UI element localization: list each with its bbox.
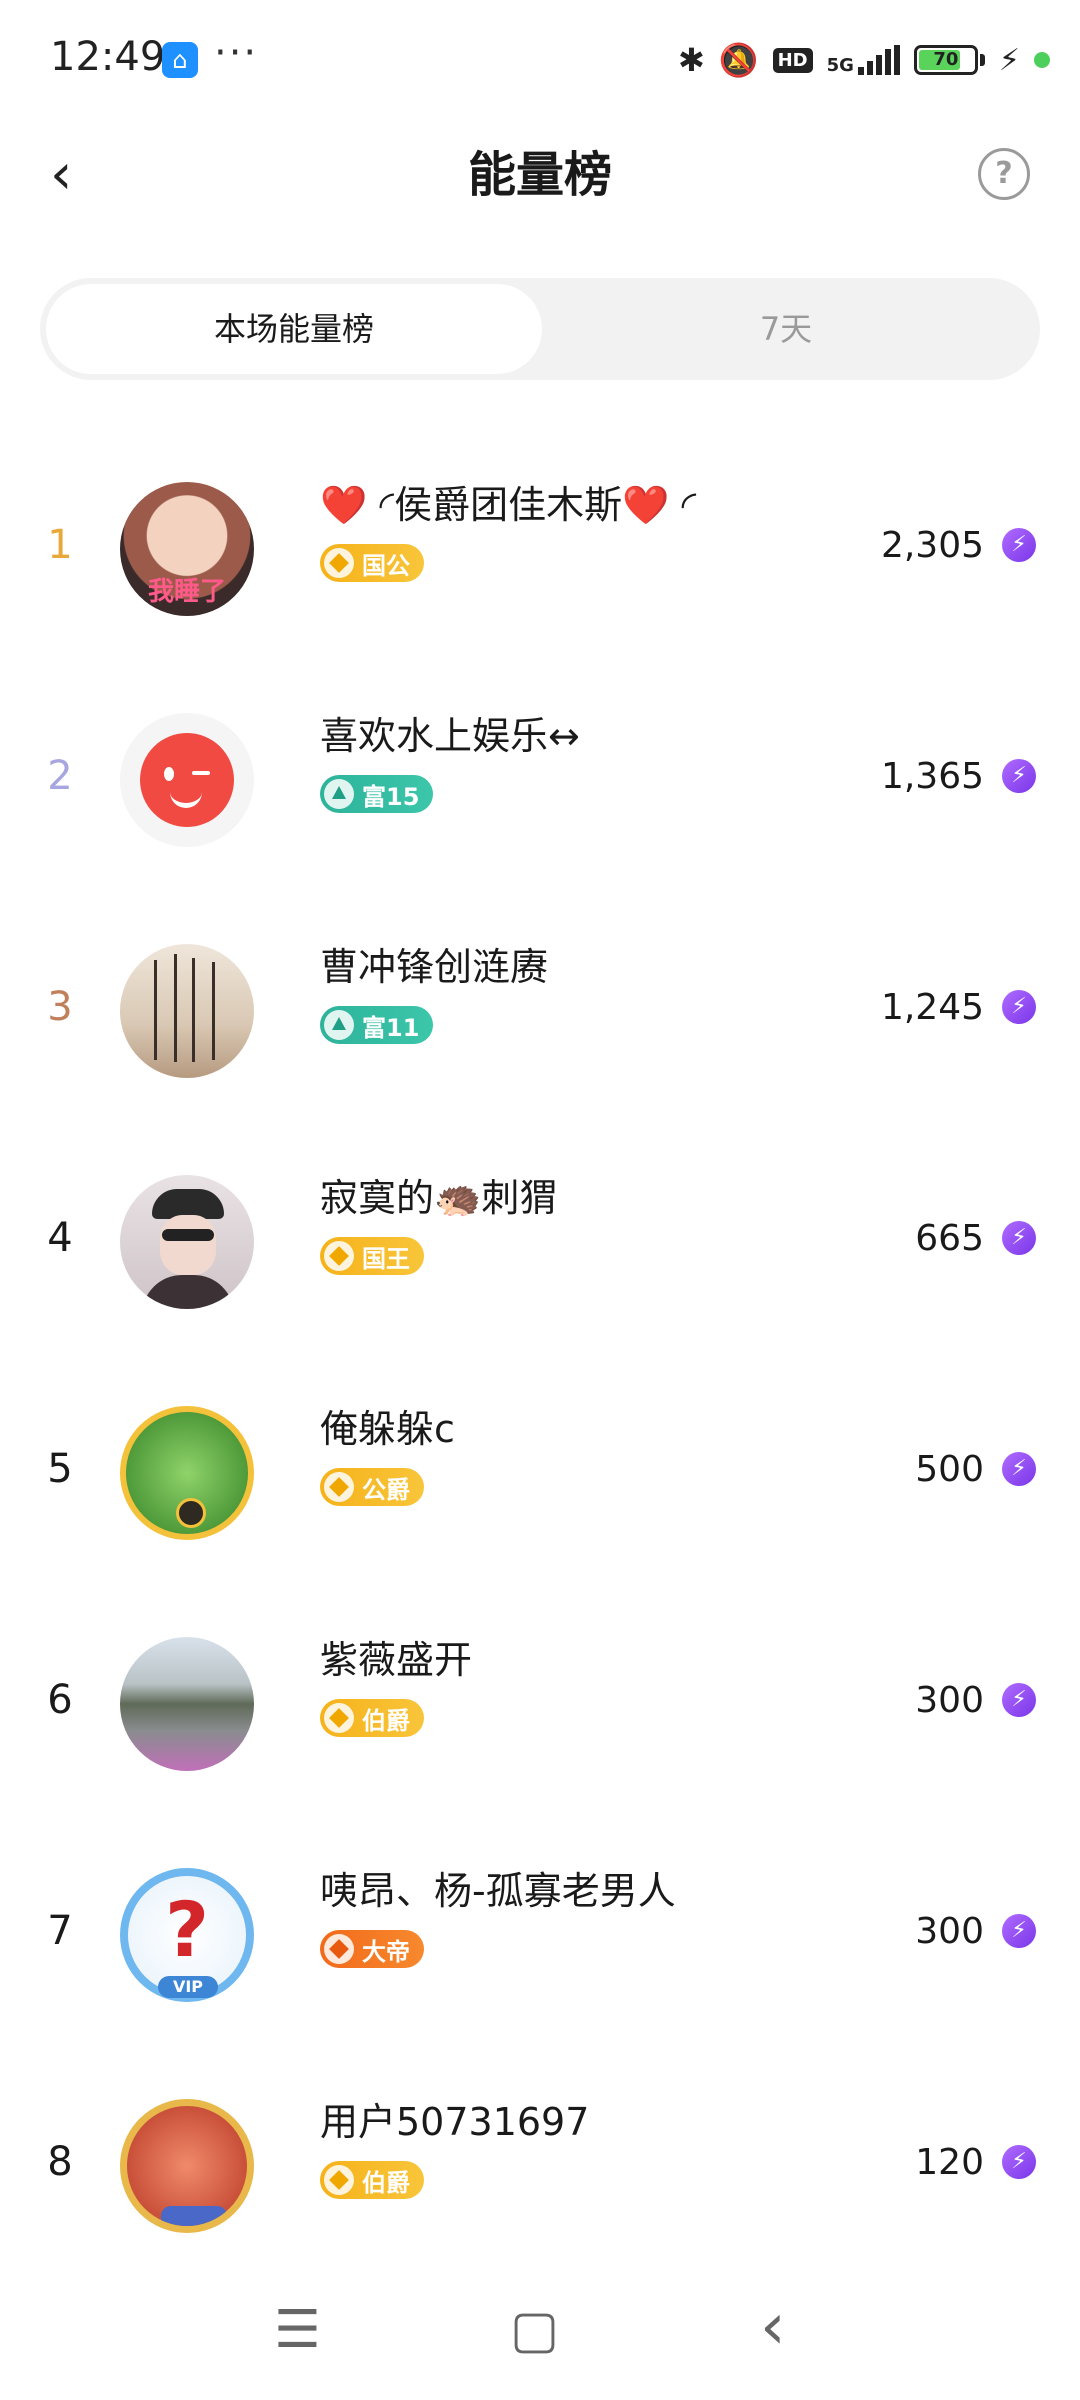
list-item[interactable]: 2 喜欢水上娱乐↔ 富15 1,365 ⚡ [0,661,1080,892]
5g-signal-icon: 5G [827,45,900,75]
user-name: 寂寞的🦔刺猬 [320,1176,558,1220]
energy-icon: ⚡ [1002,990,1036,1024]
tab-bar: 本场能量榜 7天 [40,278,1040,380]
user-name: 曹冲锋创涟赓 [320,945,549,989]
list-item[interactable]: 8 用户50731697 伯爵 120 ⚡ [0,2047,1080,2278]
user-name: 俺躲躲c [320,1407,455,1451]
home-app-icon: ⌂ [162,42,198,78]
tab-current-session[interactable]: 本场能量榜 [46,284,542,374]
page-title: 能量榜 [467,147,612,203]
user-name: ❤️ ◜侯爵团佳木斯❤️ ◜ [320,483,697,527]
avatar[interactable] [120,2099,254,2233]
energy-icon: ⚡ [1002,1221,1036,1255]
user-name: 紫薇盛开 [320,1638,473,1682]
user-name: 喜欢水上娱乐↔ [320,714,580,758]
list-item[interactable]: 4 寂寞的🦔刺猬 国王 665 ⚡ [0,1123,1080,1354]
avatar[interactable]: ? VIP [120,1868,254,2002]
avatar[interactable] [120,1175,254,1309]
energy-icon: ⚡ [1002,1683,1036,1717]
energy-score: 2,305 [880,525,984,566]
energy-icon: ⚡ [1002,1914,1036,1948]
rank-number: 6 [47,1677,73,1723]
energy-score: 1,245 [880,987,984,1028]
energy-score: 300 [915,1911,984,1952]
list-item[interactable]: 6 紫薇盛开 伯爵 300 ⚡ [0,1585,1080,1816]
bluetooth-icon: ✱ [677,41,705,79]
level-badge: 富11 [320,1006,434,1044]
tab-7-days[interactable]: 7天 [538,284,1034,374]
help-icon[interactable]: ? [978,148,1030,200]
energy-icon: ⚡ [1002,1452,1036,1486]
energy-icon: ⚡ [1002,528,1036,562]
charging-icon: ⚡ [998,42,1020,78]
avatar[interactable] [120,1637,254,1771]
status-icons: ✱ 🔕 HD 5G 70 ⚡ [678,38,1050,82]
energy-icon: ⚡ [1002,759,1036,793]
list-item[interactable]: 5 俺躲躲c 公爵 500 ⚡ [0,1354,1080,1585]
rank-number: 7 [47,1908,73,1954]
level-badge: 伯爵 [320,1699,424,1737]
level-badge: 国王 [320,1237,424,1275]
level-badge: 富15 [320,775,434,813]
hd-icon: HD [772,47,813,73]
rank-number: 4 [47,1215,73,1261]
menu-icon[interactable]: ☰ [274,2300,321,2360]
avatar[interactable] [120,1406,254,1540]
battery-icon: 70 [913,45,978,75]
mute-icon: 🔕 [718,41,759,79]
rank-number: 1 [47,522,73,568]
level-badge: 公爵 [320,1468,424,1506]
list-item[interactable]: 7 ? VIP 咦昂、杨-孤寡老男人 大帝 300 ⚡ [0,1816,1080,2047]
energy-score: 665 [915,1218,984,1259]
energy-score: 120 [915,2142,984,2183]
system-nav-bar: ☰ ▢ ‹ [0,2270,1080,2400]
header: ‹ 能量榜 ? [0,120,1080,230]
list-item[interactable]: 3 曹冲锋创涟赓 富11 1,245 ⚡ [0,892,1080,1123]
more-notifications-icon: ··· [214,30,259,76]
list-item[interactable]: 1 我睡了 ❤️ ◜侯爵团佳木斯❤️ ◜ 国公 2,305 ⚡ [0,430,1080,661]
energy-score: 300 [915,1680,984,1721]
rank-number: 8 [47,2139,73,2185]
energy-icon: ⚡ [1002,2145,1036,2179]
rank-number: 2 [47,753,73,799]
back-nav-icon[interactable]: ‹ [760,2290,786,2364]
rank-number: 3 [47,984,73,1030]
ranking-list: 1 我睡了 ❤️ ◜侯爵团佳木斯❤️ ◜ 国公 2,305 ⚡ 2 喜欢水上娱乐… [0,430,1080,2278]
user-name: 咦昂、杨-孤寡老男人 [320,1869,676,1913]
status-bar: 12:49 ⌂ ··· ✱ 🔕 HD 5G 70 ⚡ [0,0,1080,120]
avatar[interactable] [120,944,254,1078]
level-badge: 国公 [320,544,424,582]
privacy-indicator [1034,52,1050,68]
rank-number: 5 [47,1446,73,1492]
avatar[interactable]: 我睡了 [120,482,254,616]
level-badge: 伯爵 [320,2161,424,2199]
energy-score: 500 [915,1449,984,1490]
home-icon[interactable]: ▢ [510,2300,559,2360]
energy-score: 1,365 [880,756,984,797]
status-time: 12:49 [50,34,166,80]
avatar[interactable] [120,713,254,847]
user-name: 用户50731697 [320,2100,590,2144]
level-badge: 大帝 [320,1930,424,1968]
